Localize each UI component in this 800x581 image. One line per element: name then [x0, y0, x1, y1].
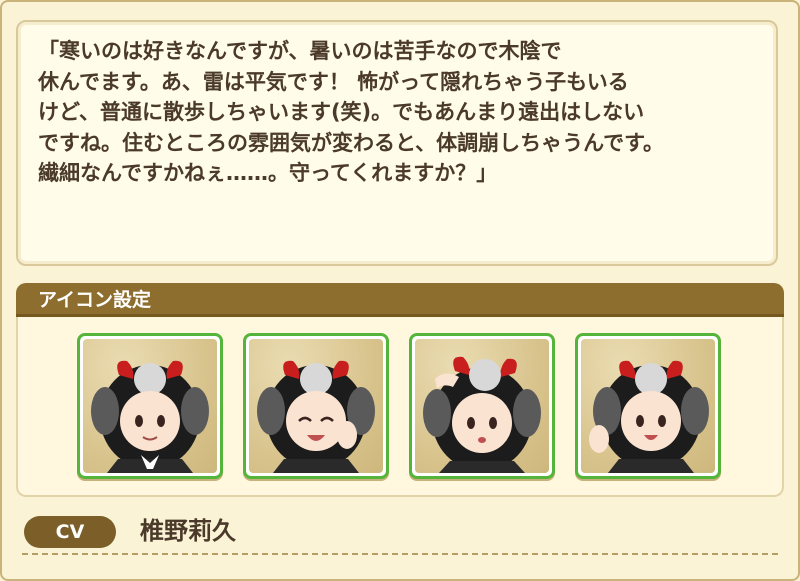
- quote-box: 「寒いのは好きなんですが、暑いのは苦手なので木陰で休んでます。あ、雷は平気です！…: [16, 20, 778, 266]
- character-portrait-icon: [249, 339, 383, 473]
- quote-line: 「寒いのは好きなんですが、暑いのは苦手なので木陰で: [38, 39, 562, 63]
- character-portrait-icon: [581, 339, 715, 473]
- section-title: アイコン設定: [38, 289, 152, 311]
- character-portrait-icon: [83, 339, 217, 473]
- icon-settings-header: アイコン設定: [16, 283, 784, 317]
- quote-line: 休んでます。あ、雷は平気です！ 怖がって隠れちゃう子もいる: [38, 69, 629, 94]
- quote-line: 繊細なんですかねぇ……。守ってくれますか？」: [38, 161, 498, 185]
- icon-option-3[interactable]: [409, 333, 555, 479]
- quote-line: ですね。住むところの雰囲気が変わると、体調崩しちゃうんです。: [38, 130, 665, 155]
- icon-option-2[interactable]: [243, 333, 389, 479]
- quote-line: けど、普通に散歩しちゃいます(笑)。でもあんまり遠出はしない: [38, 100, 645, 124]
- icon-option-4[interactable]: [575, 333, 721, 479]
- divider: [22, 553, 778, 555]
- icon-option-1[interactable]: [77, 333, 223, 479]
- character-portrait-icon: [415, 339, 549, 473]
- voice-actor-name: 椎野莉久: [140, 517, 236, 545]
- cv-label-badge: CV: [24, 516, 116, 548]
- character-quote: 「寒いのは好きなんですが、暑いのは苦手なので木陰で休んでます。あ、雷は平気です！…: [38, 36, 738, 189]
